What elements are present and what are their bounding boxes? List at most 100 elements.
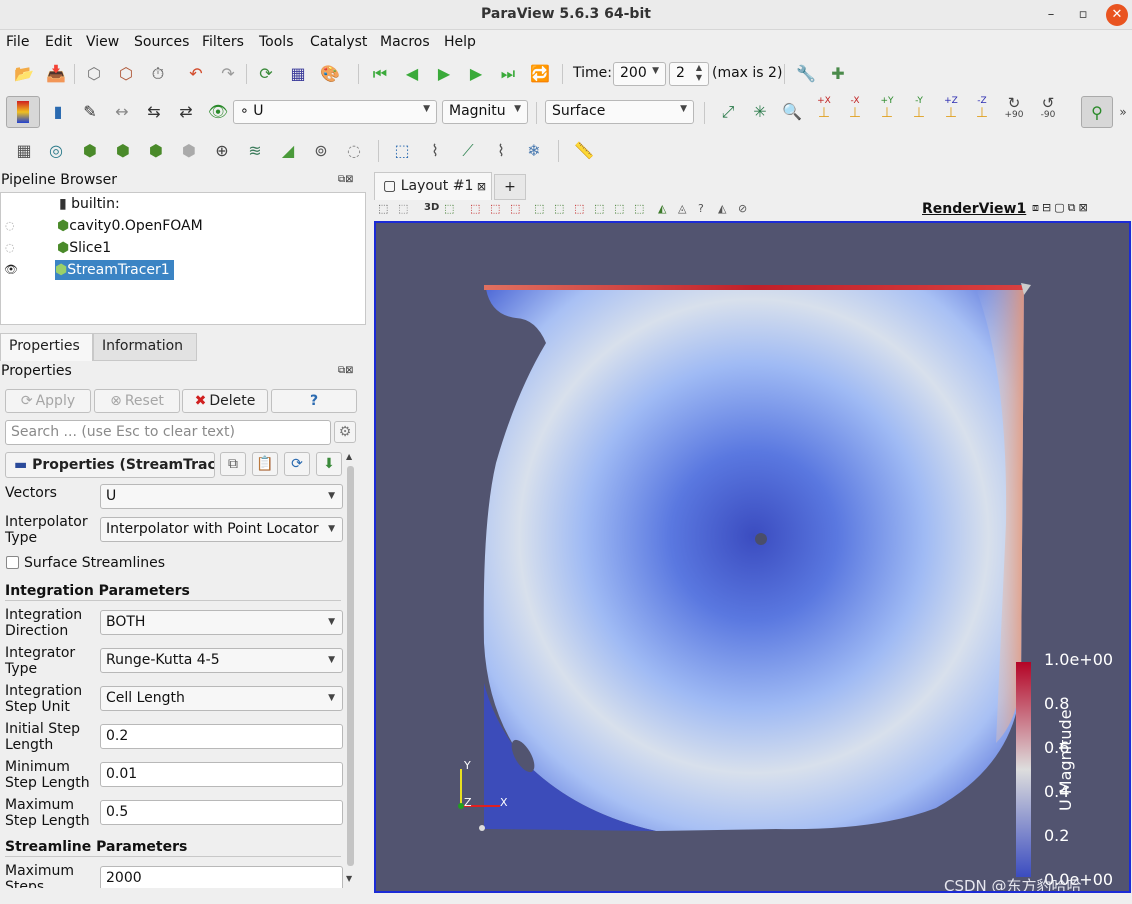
plot-selection-icon[interactable]: ⌇ — [423, 139, 447, 163]
hover-points-icon[interactable]: ⬚ — [614, 202, 624, 215]
surface-streamlines-checkbox[interactable] — [6, 556, 19, 569]
toggle-3d-button[interactable]: 3D — [424, 202, 439, 213]
loop-icon[interactable]: 🔁 — [528, 62, 552, 86]
calculator-icon[interactable]: ▦ — [12, 139, 36, 163]
menu-filters[interactable]: Filters — [202, 34, 244, 50]
clear-selection-icon[interactable]: ⊘ — [738, 202, 747, 215]
save-default-icon[interactable]: ⬇ — [316, 452, 342, 476]
restore-default-icon[interactable]: ⟳ — [284, 452, 310, 476]
rescale-custom-icon[interactable]: ↔ — [110, 100, 134, 124]
stream-tracer-icon[interactable]: ≋ — [243, 139, 267, 163]
reset-button[interactable]: ⊗ Reset — [94, 389, 180, 413]
zoom-box-icon[interactable]: 🔍 — [780, 100, 804, 124]
select-block-icon[interactable]: ⬚ — [574, 202, 584, 215]
menu-help[interactable]: Help — [444, 34, 476, 50]
annotation-icon[interactable]: ◭ — [718, 202, 726, 215]
last-frame-icon[interactable]: ⏭ — [496, 62, 520, 86]
reset-session-icon[interactable]: ⟳ — [254, 62, 278, 86]
capture-icon[interactable]: ⬚ — [378, 202, 388, 215]
properties-group-header[interactable]: ▬ Properties (StreamTracer1) — [5, 452, 215, 478]
menu-edit[interactable]: Edit — [45, 34, 72, 50]
pipeline-item-cavity[interactable]: ⬢cavity0.OpenFOAM — [57, 216, 203, 236]
first-frame-icon[interactable]: ⏮ — [368, 62, 392, 86]
ruler-icon[interactable]: 📏 — [572, 139, 596, 163]
help-button[interactable]: ? — [271, 389, 357, 413]
query-icon[interactable]: ? — [698, 202, 704, 215]
toolbar-overflow-icon[interactable]: » — [1116, 100, 1130, 124]
menu-macros[interactable]: Macros — [380, 34, 430, 50]
hover-cells-icon[interactable]: ⬚ — [634, 202, 644, 215]
edit-colormap-icon[interactable]: ▮ — [46, 100, 70, 124]
view-plus-x-button[interactable]: +X ⊥ — [812, 96, 836, 120]
interactive-select-icon[interactable]: ⬚ — [594, 202, 604, 215]
auto-apply-icon[interactable]: ⏱ — [146, 62, 170, 86]
scrollbar-thumb[interactable] — [347, 466, 354, 866]
group-datasets-icon[interactable]: ⊚ — [309, 139, 333, 163]
dock-buttons[interactable]: ⧉⊠ — [338, 174, 354, 185]
tab-information[interactable]: Information — [93, 333, 197, 361]
clip-icon[interactable]: ⬢ — [78, 139, 102, 163]
color-palette-icon[interactable]: 🎨 — [318, 62, 342, 86]
threshold-icon[interactable]: ⬢ — [144, 139, 168, 163]
pipeline-item-builtin[interactable]: ▮ builtin: — [59, 194, 120, 214]
gear-icon[interactable]: ⚙ — [334, 421, 356, 443]
find-data-icon[interactable]: ▦ — [286, 62, 310, 86]
load-state-icon[interactable]: 📥 — [44, 62, 68, 86]
previous-frame-icon[interactable]: ◀ — [400, 62, 424, 86]
slice-icon[interactable]: ⬢ — [111, 139, 135, 163]
visibility-eye-icon[interactable]: 👁 — [4, 260, 18, 280]
add-layout-tab[interactable]: + — [494, 174, 526, 200]
color-array-combo[interactable]: ∘ U ▼ — [233, 100, 437, 124]
shrink-selection-icon[interactable]: ◬ — [678, 202, 686, 215]
menu-file[interactable]: File — [6, 34, 29, 50]
menu-view[interactable]: View — [86, 34, 119, 50]
view-plus-y-button[interactable]: +Y ⊥ — [875, 96, 899, 120]
view-plus-z-button[interactable]: +Z ⊥ — [939, 96, 963, 120]
maximize-button[interactable]: ▫ — [1072, 4, 1094, 26]
scroll-down-icon[interactable]: ▼ — [346, 874, 352, 883]
pipeline-item-slice[interactable]: ⬢Slice1 — [57, 238, 111, 258]
snowflake-icon[interactable]: ❄ — [522, 139, 546, 163]
maximum-step-input[interactable]: 0.5 — [100, 800, 343, 825]
paste-icon[interactable]: 📋 — [252, 452, 278, 476]
search-input[interactable]: Search ... (use Esc to clear text) — [5, 420, 331, 445]
scroll-up-icon[interactable]: ▲ — [346, 452, 352, 461]
render-view-label[interactable]: RenderView1 — [922, 201, 1026, 217]
dock-buttons[interactable]: ⧉⊠ — [338, 365, 354, 376]
next-frame-icon[interactable]: ▶ — [464, 62, 488, 86]
contour-icon[interactable]: ◎ — [44, 139, 68, 163]
menu-catalyst[interactable]: Catalyst — [310, 34, 367, 50]
timestep-spinbox[interactable]: 2 ▲ ▼ — [669, 62, 709, 86]
rotate-plus-90-button[interactable]: ↻ +90 — [1002, 96, 1026, 120]
disconnect-icon[interactable]: ⬡ — [114, 62, 138, 86]
camera-undo-icon[interactable]: ⬚ — [444, 202, 454, 215]
rescale-temporal-icon[interactable]: ⇄ — [174, 100, 198, 124]
grow-selection-icon[interactable]: ◭ — [658, 202, 666, 215]
show-orientation-axes-icon[interactable]: ⚲ — [1081, 96, 1113, 128]
glyph-icon[interactable]: ⊕ — [210, 139, 234, 163]
time-combo[interactable]: 200 ▼ — [613, 62, 666, 86]
redo-icon[interactable]: ↷ — [216, 62, 240, 86]
menu-sources[interactable]: Sources — [134, 34, 189, 50]
menu-tools[interactable]: Tools — [259, 34, 294, 50]
delete-button[interactable]: ✖ Delete — [182, 389, 268, 413]
zoom-to-data-icon[interactable]: 🔧 — [794, 62, 818, 86]
interpolator-type-combo[interactable]: Interpolator with Point Locator ▼ — [100, 517, 343, 542]
render-view[interactable]: Y Z X 1.0e+00 0.8 0.6 0.4 0.2 0.0e+00 U … — [374, 221, 1131, 893]
plot-over-line-icon[interactable]: ⟋ — [456, 139, 480, 163]
step-unit-combo[interactable]: Cell Length ▼ — [100, 686, 343, 711]
properties-scrollbar[interactable]: ▲ ▼ — [344, 450, 357, 890]
initial-step-input[interactable]: 0.2 — [100, 724, 343, 749]
tab-layout-1[interactable]: ▢ Layout #1 ⊠ — [374, 172, 492, 200]
extract-level-icon[interactable]: ◌ — [342, 139, 366, 163]
select-points-on-icon[interactable]: ⬚ — [554, 202, 564, 215]
minimum-step-input[interactable]: 0.01 — [100, 762, 343, 787]
visibility-eye-icon[interactable]: ◌ — [5, 238, 15, 258]
select-icon[interactable]: ⬚ — [398, 202, 408, 215]
visibility-eye-icon[interactable]: ◌ — [5, 216, 15, 236]
toggle-color-legend-button[interactable] — [6, 96, 40, 128]
plot-over-time-icon[interactable]: ⌇ — [489, 139, 513, 163]
rescale-custom-c-icon[interactable]: ⇆ — [142, 100, 166, 124]
pipeline-item-streamtracer[interactable]: ⬢StreamTracer1 — [55, 260, 174, 280]
copy-icon[interactable]: ⧉ — [220, 452, 246, 476]
